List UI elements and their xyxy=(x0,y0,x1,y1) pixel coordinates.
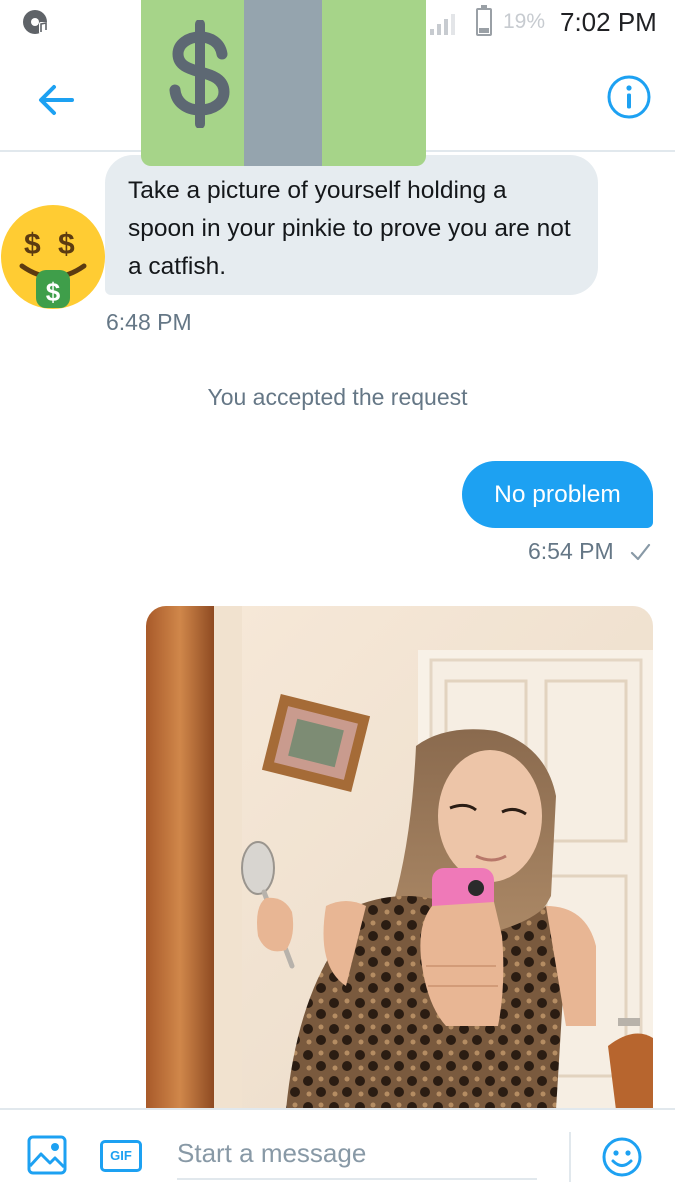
outgoing-message-bubble[interactable]: No problem xyxy=(462,461,653,528)
svg-text:$: $ xyxy=(58,228,75,261)
smiley-icon[interactable] xyxy=(601,1136,643,1178)
incoming-message-bubble[interactable]: Take a picture of yourself holding a spo… xyxy=(105,155,598,295)
message-composer: GIF xyxy=(0,1108,675,1200)
dollar-sign-icon xyxy=(169,20,230,128)
username-censor-bar xyxy=(244,0,322,166)
image-icon[interactable] xyxy=(26,1134,68,1176)
incoming-message-text: Take a picture of yourself holding a spo… xyxy=(128,177,571,280)
outgoing-message-time: 6:54 PM xyxy=(528,538,614,564)
sent-check-icon xyxy=(630,543,651,561)
info-icon[interactable] xyxy=(606,74,652,120)
gif-button[interactable]: GIF xyxy=(100,1140,142,1172)
composer-divider xyxy=(569,1132,571,1182)
message-input[interactable] xyxy=(177,1130,537,1176)
music-app-icon xyxy=(23,10,48,34)
request-accepted-note: You accepted the request xyxy=(207,384,468,410)
svg-text:$: $ xyxy=(24,228,41,261)
money-mouth-face-avatar[interactable]: $ $ $ xyxy=(0,204,106,310)
battery-percent: 19% xyxy=(503,10,546,33)
battery-icon xyxy=(476,5,492,36)
selfie-photo[interactable] xyxy=(146,606,653,1110)
svg-text:$: $ xyxy=(46,277,61,307)
input-underline xyxy=(177,1178,537,1180)
incoming-message-time: 6:48 PM xyxy=(106,309,192,335)
status-time: 7:02 PM xyxy=(560,7,657,37)
back-arrow-icon[interactable] xyxy=(32,80,80,120)
signal-icon xyxy=(430,14,455,35)
